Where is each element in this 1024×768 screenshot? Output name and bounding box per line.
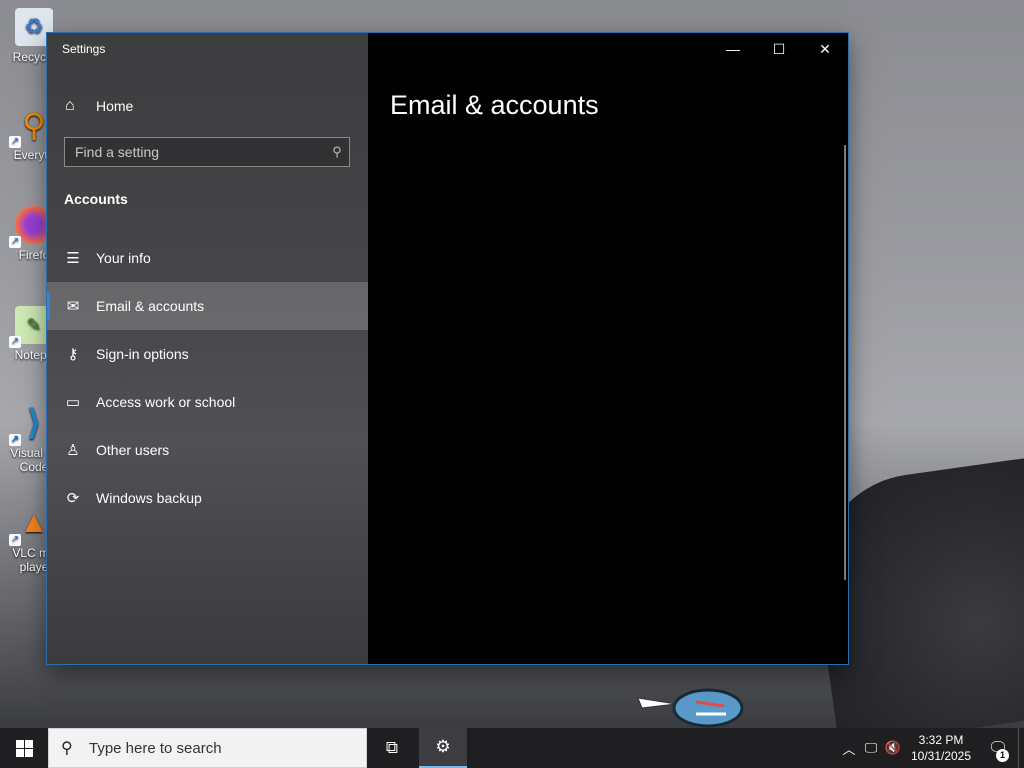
clock-date: 10/31/2025 [910,749,972,763]
nav-item-label: Access work or school [96,394,236,410]
find-setting-search-box[interactable]: ⚲ [64,137,350,167]
nav-item-label: Email & accounts [96,298,205,314]
nav-item-label: Other users [96,442,170,458]
gear-icon: ⚙ [435,737,451,756]
person-card-icon: ☰ [66,250,80,267]
nav-item-access-work-school[interactable]: ▭ Access work or school [47,378,368,426]
shark-mascot-image [637,688,744,728]
task-view-icon: ⧉ [385,738,399,757]
maximize-button[interactable]: ☐ [756,33,802,65]
nav-item-label: Sign-in options [96,346,189,362]
taskbar-search-box[interactable]: ⚲ Type here to search [48,728,367,768]
settings-window: Settings ⌂ Home ⚲ Accounts ☰ Your info ✉… [47,33,848,664]
clock[interactable]: 3:32 PM 10/31/2025 [904,732,978,764]
nav-item-your-info[interactable]: ☰ Your info [47,234,368,282]
sync-icon: ⟳ [66,490,80,507]
nav-item-label: Windows backup [96,490,202,506]
content-scrollbar[interactable] [844,145,846,580]
nav-item-sign-in-options[interactable]: ⚷ Sign-in options [47,330,368,378]
volume-muted-icon[interactable]: 🔇 [882,740,904,756]
settings-content-pane: — ☐ ✕ Email & accounts [368,33,848,664]
notification-badge: 1 [996,749,1009,762]
task-view-button[interactable]: ⧉ [368,728,416,768]
notification-center-button[interactable]: 🗨 1 [978,738,1018,762]
taskbar-search-placeholder: Type here to search [89,739,222,757]
desktop-icon-label: Firefo [18,248,50,262]
accounts-nav-list: ☰ Your info ✉ Email & accounts ⚷ Sign-in… [47,234,368,522]
key-icon: ⚷ [67,346,79,363]
taskbar-settings-app[interactable]: ⚙ [419,728,467,768]
home-icon: ⌂ [65,97,75,114]
page-title: Email & accounts [390,90,599,120]
search-icon: ⚲ [61,740,73,757]
find-setting-input[interactable] [65,143,325,161]
nav-home[interactable]: ⌂ Home [47,89,368,123]
section-title: Accounts [64,191,128,207]
person-add-icon: ♙ [66,442,80,459]
network-icon[interactable]: 🖵 [860,740,882,756]
window-controls: — ☐ ✕ [710,33,848,65]
minimize-button[interactable]: — [710,33,756,65]
taskbar: ⚲ Type here to search ⧉ ⚙ ︿ 🖵 🔇 3:32 PM … [0,728,1024,768]
settings-nav-pane: Settings ⌂ Home ⚲ Accounts ☰ Your info ✉… [47,33,368,664]
system-tray: ︿ 🖵 🔇 3:32 PM 10/31/2025 🗨 1 [838,728,1024,768]
close-button[interactable]: ✕ [802,33,848,65]
search-icon[interactable]: ⚲ [325,144,349,160]
nav-item-other-users[interactable]: ♙ Other users [47,426,368,474]
show-desktop-button[interactable] [1018,728,1024,768]
nav-item-label: Your info [96,250,151,266]
nav-home-label: Home [96,98,134,114]
nav-item-email-accounts[interactable]: ✉ Email & accounts [47,282,368,330]
chevron-up-icon[interactable]: ︿ [838,739,860,758]
nav-item-windows-backup[interactable]: ⟳ Windows backup [47,474,368,522]
windows-logo-icon [15,739,33,757]
clock-time: 3:32 PM [918,733,964,747]
window-title: Settings [62,42,106,56]
start-button[interactable] [0,728,48,768]
mail-icon: ✉ [66,298,80,315]
briefcase-icon: ▭ [65,394,81,411]
